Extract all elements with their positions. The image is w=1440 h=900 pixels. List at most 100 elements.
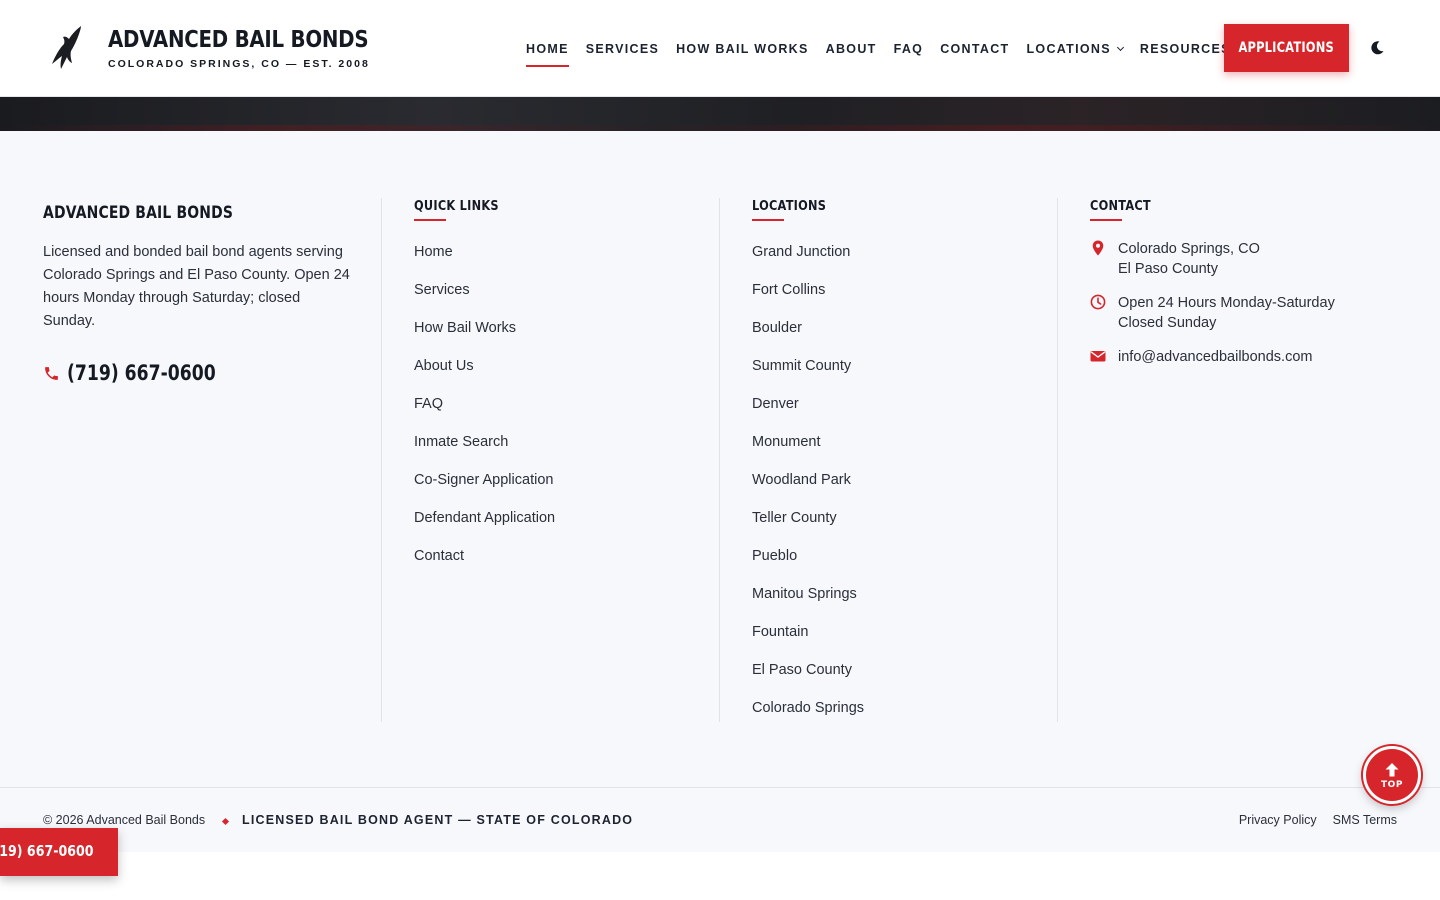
location-link-grand-junction[interactable]: Grand Junction — [752, 244, 850, 260]
list-item: Defendant Application — [414, 509, 555, 547]
list-item: Denver — [752, 395, 864, 433]
column-divider — [719, 198, 720, 722]
heading-underline — [414, 219, 446, 221]
location-link-fort-collins[interactable]: Fort Collins — [752, 282, 825, 298]
column-divider — [1057, 198, 1058, 722]
list-item: Contact — [414, 547, 555, 585]
sms-terms-link[interactable]: SMS Terms — [1333, 813, 1397, 827]
address-line-1: Colorado Springs, CO — [1118, 241, 1260, 257]
privacy-policy-link[interactable]: Privacy Policy — [1239, 813, 1317, 827]
hours-line-2: Closed Sunday — [1118, 315, 1217, 331]
list-item: Colorado Springs — [752, 699, 864, 737]
nav-locations[interactable]: LOCATIONS — [1026, 42, 1124, 56]
list-item: Pueblo — [752, 547, 864, 585]
site-logo[interactable]: ADVANCED BAIL BONDS COLORADO SPRINGS, CO… — [48, 24, 411, 72]
locations-list: Grand Junction Fort Collins Boulder Summ… — [752, 243, 864, 737]
location-link-pueblo[interactable]: Pueblo — [752, 548, 797, 564]
location-link-fountain[interactable]: Fountain — [752, 624, 808, 640]
quick-links-heading: QUICK LINKS — [414, 198, 499, 214]
phone-icon — [45, 366, 58, 380]
list-item: Inmate Search — [414, 433, 555, 471]
heading-underline — [1090, 219, 1122, 221]
arrow-up-icon — [1385, 762, 1399, 776]
map-pin-icon — [1092, 240, 1104, 256]
location-link-teller-county[interactable]: Teller County — [752, 510, 837, 526]
footer-link-inmate-search[interactable]: Inmate Search — [414, 434, 508, 450]
eagle-logo-icon — [52, 26, 81, 69]
location-link-monument[interactable]: Monument — [752, 434, 821, 450]
chevron-down-icon — [1116, 43, 1124, 52]
applications-button-label: APPLICATIONS — [1238, 40, 1335, 56]
footer-locations-column: LOCATIONS Grand Junction Fort Collins Bo… — [752, 198, 864, 737]
footer-brand-column: ADVANCED BAIL BONDS Licensed and bonded … — [43, 198, 353, 385]
site-header: ADVANCED BAIL BONDS COLORADO SPRINGS, CO… — [0, 0, 1440, 97]
footer-link-home[interactable]: Home — [414, 244, 453, 260]
contact-email[interactable]: info@advancedbailbonds.com — [1090, 347, 1335, 367]
column-divider — [381, 198, 382, 722]
address-line-2: El Paso County — [1118, 261, 1218, 277]
back-to-top-button[interactable]: TOP — [1363, 746, 1421, 804]
footer-bottom-bar: © 2026 Advanced Bail Bonds LICENSED BAIL… — [0, 787, 1440, 852]
list-item: Woodland Park — [752, 471, 864, 509]
footer-link-how-bail-works[interactable]: How Bail Works — [414, 320, 516, 336]
copyright-text: © 2026 Advanced Bail Bonds — [43, 813, 206, 827]
location-link-boulder[interactable]: Boulder — [752, 320, 802, 336]
logo-title: ADVANCED BAIL BONDS — [108, 27, 369, 53]
footer-link-faq[interactable]: FAQ — [414, 396, 443, 412]
list-item: Fort Collins — [752, 281, 864, 319]
nav-contact[interactable]: CONTACT — [940, 42, 1009, 56]
location-link-manitou-springs[interactable]: Manitou Springs — [752, 586, 857, 602]
list-item: Monument — [752, 433, 864, 471]
location-link-colorado-springs[interactable]: Colorado Springs — [752, 700, 864, 716]
nav-home[interactable]: HOME — [526, 42, 569, 67]
applications-button[interactable]: APPLICATIONS — [1224, 24, 1349, 72]
nav-faq[interactable]: FAQ — [894, 42, 924, 56]
hours-line-1: Open 24 Hours Monday-Saturday — [1118, 295, 1335, 311]
license-statement: LICENSED BAIL BOND AGENT — STATE OF COLO… — [242, 813, 634, 827]
list-item: Summit County — [752, 357, 864, 395]
footer-link-defendant-application[interactable]: Defendant Application — [414, 510, 555, 526]
contact-list: Colorado Springs, CO El Paso County Open… — [1090, 239, 1335, 367]
footer-quick-links-column: QUICK LINKS Home Services How Bail Works… — [414, 198, 555, 585]
envelope-icon — [1090, 351, 1106, 362]
location-link-el-paso-county[interactable]: El Paso County — [752, 662, 852, 678]
contact-heading: CONTACT — [1090, 198, 1151, 214]
footer-link-about-us[interactable]: About Us — [414, 358, 474, 374]
floating-call-number: (719) 667-0600 — [0, 842, 95, 860]
footer-contact-column: CONTACT Colorado Springs, CO El Paso Cou… — [1090, 198, 1335, 381]
nav-how-bail-works[interactable]: HOW BAIL WORKS — [676, 42, 809, 56]
footer-link-contact[interactable]: Contact — [414, 548, 464, 564]
logo-subtitle: COLORADO SPRINGS, CO — EST. 2008 — [108, 58, 370, 70]
floating-call-button[interactable]: (719) 667-0600 — [0, 828, 118, 876]
list-item: FAQ — [414, 395, 555, 433]
heading-underline — [752, 219, 784, 221]
list-item: Services — [414, 281, 555, 319]
list-item: Teller County — [752, 509, 864, 547]
back-to-top-label: TOP — [1381, 779, 1403, 790]
location-link-summit-county[interactable]: Summit County — [752, 358, 851, 374]
footer-phone-link[interactable]: (719) 667-0600 — [43, 361, 353, 385]
moon-icon[interactable] — [1369, 40, 1385, 56]
nav-locations-label: LOCATIONS — [1026, 42, 1111, 56]
hero-banner-strip — [0, 97, 1440, 131]
clock-icon — [1090, 294, 1106, 310]
list-item: Co-Signer Application — [414, 471, 555, 509]
contact-hours: Open 24 Hours Monday-Saturday Closed Sun… — [1090, 293, 1335, 333]
list-item: El Paso County — [752, 661, 864, 699]
nav-about[interactable]: ABOUT — [826, 42, 877, 56]
nav-services[interactable]: SERVICES — [586, 42, 659, 56]
list-item: Home — [414, 243, 555, 281]
footer-phone-number: (719) 667-0600 — [67, 361, 216, 385]
contact-address: Colorado Springs, CO El Paso County — [1090, 239, 1335, 279]
footer-brand-title: ADVANCED BAIL BONDS — [43, 203, 234, 223]
location-link-denver[interactable]: Denver — [752, 396, 799, 412]
legal-links: Privacy Policy SMS Terms — [1223, 813, 1397, 827]
location-link-woodland-park[interactable]: Woodland Park — [752, 472, 851, 488]
email-address[interactable]: info@advancedbailbonds.com — [1118, 347, 1312, 367]
diamond-separator-icon — [221, 817, 230, 826]
main-nav: HOME SERVICES HOW BAIL WORKS ABOUT FAQ C… — [526, 40, 1260, 67]
footer-link-services[interactable]: Services — [414, 282, 470, 298]
footer-link-co-signer-application[interactable]: Co-Signer Application — [414, 472, 553, 488]
list-item: Grand Junction — [752, 243, 864, 281]
list-item: How Bail Works — [414, 319, 555, 357]
